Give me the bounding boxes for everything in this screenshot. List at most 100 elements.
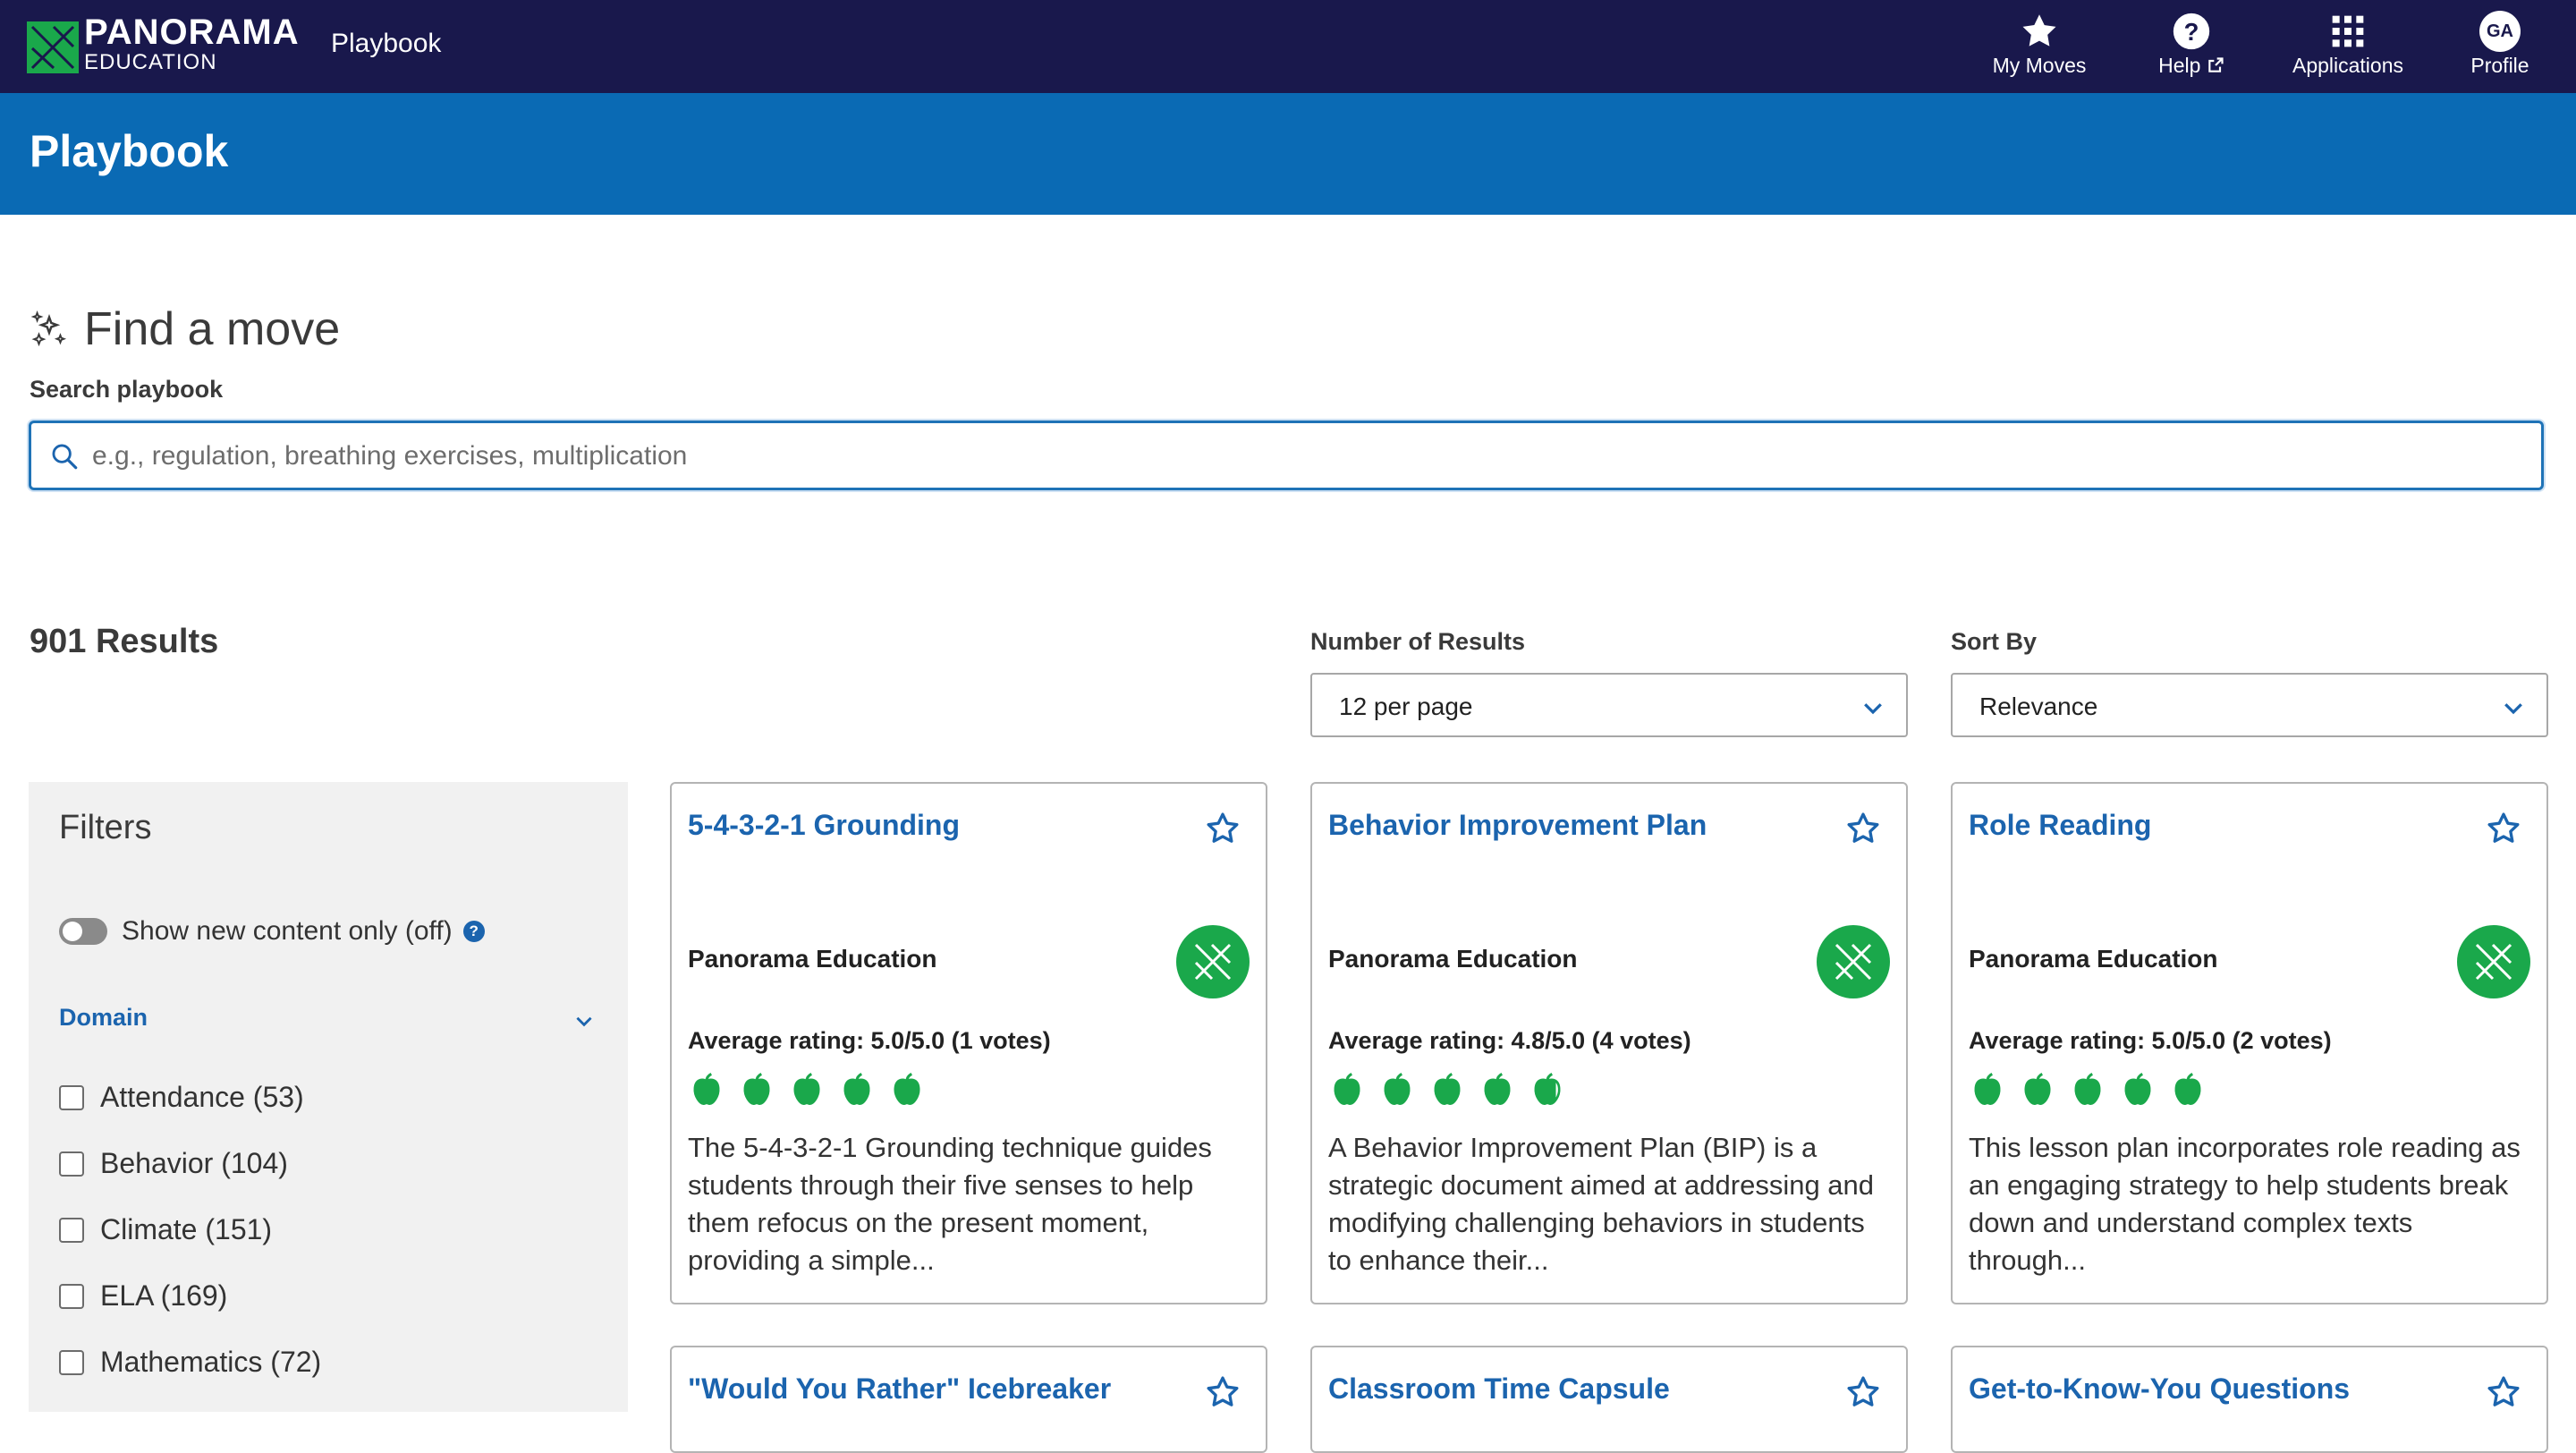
filter-attendance[interactable]: Attendance (53) — [59, 1081, 304, 1114]
question-circle-icon: ? — [2173, 13, 2210, 50]
search-input[interactable] — [90, 423, 2509, 489]
results-count: 901 Results — [30, 623, 219, 660]
card-rating: Average rating: 5.0/5.0 (2 votes) — [1969, 1027, 2332, 1054]
chevron-down-icon — [1864, 703, 1882, 715]
per-page-label: Number of Results — [1310, 628, 1526, 655]
filter-label: Climate (151) — [100, 1213, 273, 1245]
nav-applications[interactable]: Applications — [2276, 9, 2419, 88]
panorama-logo-icon[interactable] — [27, 21, 79, 73]
checkbox[interactable] — [59, 1084, 84, 1110]
grid-icon — [2332, 15, 2364, 47]
apple-full-icon — [1974, 1072, 2001, 1105]
avatar: GA — [2479, 11, 2521, 52]
apple-rating — [1328, 1070, 1579, 1108]
apple-full-icon — [693, 1072, 720, 1105]
card-title[interactable]: 5-4-3-2-1 Grounding — [688, 809, 960, 842]
sparkles-icon — [30, 310, 67, 347]
nav-help[interactable]: ? Help — [2142, 9, 2241, 88]
checkbox[interactable] — [59, 1151, 84, 1177]
nav-label: My Moves — [1992, 54, 2087, 77]
apple-full-icon — [743, 1072, 770, 1105]
apple-full-icon — [843, 1072, 870, 1105]
card-rating: Average rating: 5.0/5.0 (1 votes) — [688, 1027, 1051, 1054]
nav-label: Help — [2158, 54, 2201, 77]
page-title: Playbook — [30, 126, 229, 176]
filter-label: Attendance (53) — [100, 1081, 304, 1113]
move-card[interactable]: Role Reading Panorama Education Average … — [1951, 782, 2548, 1304]
search-icon — [52, 444, 78, 470]
filter-behavior[interactable]: Behavior (104) — [59, 1147, 288, 1180]
filter-label: ELA (169) — [100, 1279, 228, 1312]
filter-label: Mathematics (72) — [100, 1346, 322, 1378]
checkbox[interactable] — [59, 1283, 84, 1309]
star-outline-icon[interactable] — [2486, 811, 2521, 846]
card-author: Panorama Education — [688, 945, 937, 973]
star-outline-icon[interactable] — [1205, 1374, 1241, 1410]
search-field[interactable] — [29, 421, 2544, 490]
move-card[interactable]: Behavior Improvement Plan Panorama Educa… — [1310, 782, 1908, 1304]
sort-select[interactable]: Relevance — [1951, 673, 2548, 737]
star-outline-icon[interactable] — [1845, 1374, 1881, 1410]
star-outline-icon[interactable] — [1205, 811, 1241, 846]
sort-label: Sort By — [1951, 628, 2038, 655]
search-label: Search playbook — [30, 376, 224, 403]
apple-full-icon — [1334, 1072, 1360, 1105]
apple-rating — [688, 1070, 938, 1108]
panorama-logo-icon — [2457, 925, 2530, 998]
filter-ela[interactable]: ELA (169) — [59, 1279, 227, 1313]
apple-full-icon — [793, 1072, 820, 1105]
card-title[interactable]: "Would You Rather" Icebreaker — [688, 1372, 1111, 1406]
brand-name: PANORAMA — [84, 13, 300, 52]
move-card[interactable]: Classroom Time Capsule — [1310, 1346, 1908, 1453]
checkbox[interactable] — [59, 1349, 84, 1375]
per-page-value: 12 per page — [1339, 693, 1473, 720]
card-rating: Average rating: 4.8/5.0 (4 votes) — [1328, 1027, 1691, 1054]
per-page-select[interactable]: 12 per page — [1310, 673, 1908, 737]
filter-label: Behavior (104) — [100, 1147, 288, 1179]
card-title[interactable]: Role Reading — [1969, 809, 2151, 842]
apple-full-icon — [1434, 1072, 1461, 1105]
app-name[interactable]: Playbook — [331, 29, 441, 59]
new-content-toggle[interactable] — [59, 918, 107, 945]
card-description: This lesson plan incorporates role readi… — [1969, 1132, 2521, 1276]
sort-value: Relevance — [1979, 693, 2098, 720]
filter-climate[interactable]: Climate (151) — [59, 1213, 272, 1246]
apple-full-icon — [1384, 1072, 1411, 1105]
panorama-logo-icon — [1176, 925, 1250, 998]
star-outline-icon[interactable] — [2486, 1374, 2521, 1410]
apple-full-icon — [2124, 1072, 2151, 1105]
apple-full-icon — [2174, 1072, 2201, 1105]
domain-accordion[interactable]: Domain — [59, 1004, 596, 1040]
find-a-move-heading: Find a move — [29, 302, 340, 356]
filter-mathematics[interactable]: Mathematics (72) — [59, 1346, 321, 1379]
apple-full-icon — [1484, 1072, 1511, 1105]
help-icon[interactable]: ? — [462, 921, 485, 942]
move-card[interactable]: Get-to-Know-You Questions — [1951, 1346, 2548, 1453]
new-content-toggle-row: Show new content only (off) ? — [59, 916, 485, 947]
find-title: Find a move — [84, 303, 341, 355]
star-outline-icon[interactable] — [1845, 811, 1881, 846]
filters-title: Filters — [59, 809, 152, 846]
apple-full-icon — [2024, 1072, 2051, 1105]
external-link-icon — [2208, 57, 2224, 72]
card-description: The 5-4-3-2-1 Grounding technique guides… — [688, 1132, 1212, 1276]
svg-text:?: ? — [2184, 18, 2199, 46]
move-card[interactable]: 5-4-3-2-1 Grounding Panorama Education A… — [670, 782, 1267, 1304]
page-header: Playbook — [0, 93, 2576, 215]
nav-label: Applications — [2292, 54, 2404, 77]
card-author: Panorama Education — [1969, 945, 2218, 973]
top-navigation-bar: PANORAMA EDUCATION Playbook My Moves ? H… — [0, 0, 2576, 93]
chevron-down-icon — [2504, 703, 2522, 715]
brand-subtitle: EDUCATION — [84, 50, 217, 74]
nav-my-moves[interactable]: My Moves — [1986, 9, 2093, 88]
nav-profile[interactable]: GA Profile — [2455, 9, 2545, 88]
card-title[interactable]: Behavior Improvement Plan — [1328, 809, 1707, 842]
card-author: Panorama Education — [1328, 945, 1578, 973]
checkbox[interactable] — [59, 1217, 84, 1243]
apple-full-icon — [2074, 1072, 2101, 1105]
card-title[interactable]: Classroom Time Capsule — [1328, 1372, 1670, 1406]
card-title[interactable]: Get-to-Know-You Questions — [1969, 1372, 2350, 1406]
apple-full-icon — [894, 1072, 920, 1105]
move-card[interactable]: "Would You Rather" Icebreaker — [670, 1346, 1267, 1453]
nav-label: Profile — [2470, 54, 2529, 77]
